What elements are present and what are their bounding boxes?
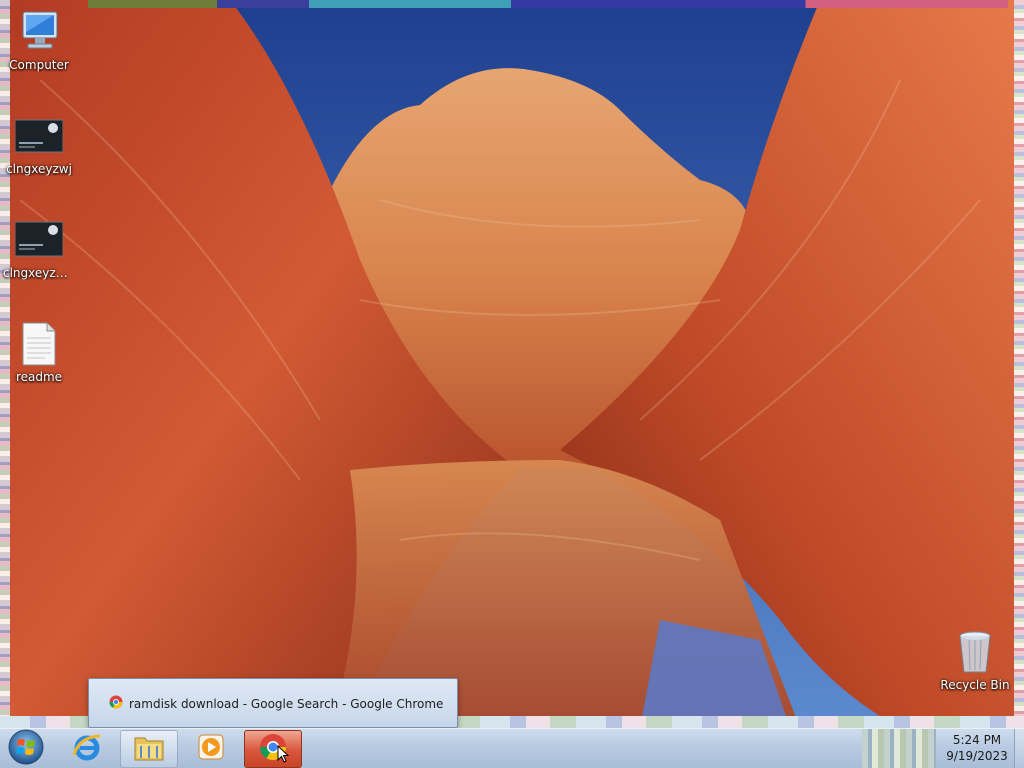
desktop-icon-label: Computer: [9, 58, 69, 72]
taskbar-button-file-explorer[interactable]: [120, 730, 178, 768]
notification-tray[interactable]: [862, 729, 936, 768]
taskbar-button-internet-explorer[interactable]: [58, 730, 116, 768]
desktop-icon-readme[interactable]: readme: [1, 322, 77, 384]
taskbar-clock[interactable]: 5:24 PM 9/19/2023: [940, 732, 1014, 766]
desktop-icon-label: readme: [15, 370, 63, 384]
desktop-background: Computer clngxeyzwj clngxeyzwj-... readm…: [0, 0, 1024, 728]
screen-artifact-top: [88, 0, 1008, 8]
media-player-icon: [196, 732, 226, 766]
taskbar-thumbnail-preview[interactable]: ramdisk download - Google Search - Googl…: [88, 678, 458, 728]
desktop-icon-clngxeyzwj-2[interactable]: clngxeyzwj-...: [1, 218, 77, 280]
taskbar: 5:24 PM 9/19/2023: [0, 728, 1024, 768]
clock-time: 5:24 PM: [952, 733, 1002, 747]
desktop-icon-label: clngxeyzwj: [6, 162, 72, 176]
thumbnail-title-row: ramdisk download - Google Search - Googl…: [109, 695, 443, 712]
chrome-icon: [109, 695, 123, 712]
wallpaper-canyon: [0, 0, 1024, 728]
image-thumbnail-icon: [14, 218, 64, 262]
taskbar-button-media-player[interactable]: [182, 730, 240, 768]
thumbnail-window-title: ramdisk download - Google Search - Googl…: [129, 696, 444, 711]
mouse-cursor-icon: [277, 744, 290, 767]
desktop-icon-label: clngxeyzwj-...: [3, 266, 77, 280]
computer-icon: [15, 10, 63, 54]
show-desktop-button[interactable]: [1014, 729, 1024, 768]
clock-date: 9/19/2023: [946, 749, 1008, 763]
desktop-icon-computer[interactable]: Computer: [1, 10, 77, 72]
start-button[interactable]: [4, 728, 48, 768]
image-thumbnail-icon: [14, 114, 64, 158]
taskbar-button-chrome[interactable]: [244, 730, 302, 768]
recycle-bin-icon: [951, 630, 999, 674]
desktop-icon-label: Recycle Bin: [940, 678, 1010, 692]
screen-artifact-right: [1014, 0, 1024, 728]
internet-explorer-icon: [71, 731, 103, 767]
desktop-icon-recycle-bin[interactable]: Recycle Bin: [937, 630, 1013, 692]
windows-start-icon: [7, 728, 45, 768]
text-document-icon: [15, 322, 63, 366]
file-explorer-icon: [133, 732, 165, 766]
desktop-icon-clngxeyzwj[interactable]: clngxeyzwj: [1, 114, 77, 176]
